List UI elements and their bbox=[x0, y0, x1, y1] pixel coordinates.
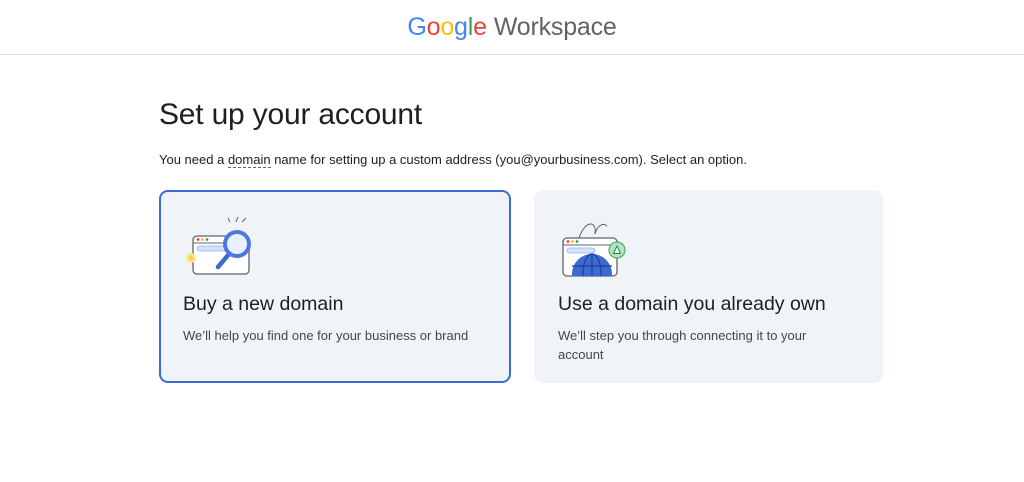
search-domain-illustration-icon bbox=[186, 216, 251, 275]
logo-letter: o bbox=[440, 12, 455, 41]
use-existing-domain-card[interactable]: Use a domain you already own We’ll step … bbox=[534, 190, 883, 383]
option-title: Use a domain you already own bbox=[558, 293, 826, 315]
domain-term-tooltip[interactable]: domain bbox=[227, 152, 271, 168]
main-content: Set up your account You need a domain na… bbox=[159, 98, 884, 383]
logo-letter: g bbox=[454, 12, 468, 41]
logo-letter: e bbox=[473, 12, 487, 41]
globe-domain-illustration-icon bbox=[562, 223, 626, 277]
top-bar: Google Workspace bbox=[0, 0, 1024, 55]
option-cards: Buy a new domain We’ll help you find one… bbox=[159, 190, 884, 383]
logo-letter: o bbox=[426, 12, 441, 41]
option-title: Buy a new domain bbox=[183, 293, 344, 315]
option-description: We’ll help you find one for your busines… bbox=[183, 328, 469, 343]
page-title: Set up your account bbox=[159, 98, 423, 131]
logo-letter: G bbox=[407, 12, 427, 41]
subtitle-text: You need a bbox=[159, 152, 228, 167]
page-subtitle: You need a domain name for setting up a … bbox=[159, 152, 884, 168]
subtitle-text: name for setting up a custom address (yo… bbox=[270, 152, 747, 167]
logo-product-name: Workspace bbox=[493, 12, 617, 41]
google-workspace-logo[interactable]: Google Workspace bbox=[407, 13, 616, 42]
option-description: We’ll step you through connecting it to … bbox=[558, 328, 807, 362]
buy-new-domain-card[interactable]: Buy a new domain We’ll help you find one… bbox=[159, 190, 511, 383]
